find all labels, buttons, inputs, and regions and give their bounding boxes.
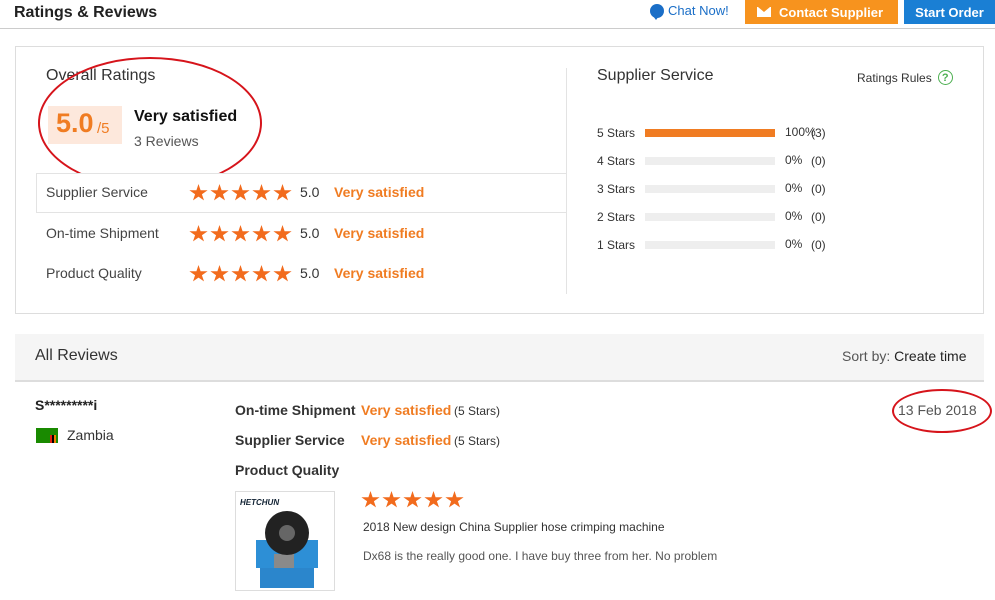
rating-satisfaction: Very satisfied [334,265,425,281]
bar-count: (0) [811,182,826,196]
rating-satisfaction: Very satisfied [334,184,425,200]
all-reviews-header [15,334,984,382]
review-rating-satisfaction: Very satisfied [361,402,452,418]
rating-stars [189,225,292,243]
ratings-rules-link[interactable]: Ratings Rules ? [857,70,953,85]
sort-by-label: Sort by: [842,348,891,364]
product-title-link[interactable]: 2018 New design China Supplier hose crim… [363,520,665,534]
rating-value: 5.0 [300,265,320,281]
rating-satisfaction: Very satisfied [334,225,425,241]
product-rating-stars [361,491,464,509]
contact-supplier-button[interactable]: Contact Supplier [745,0,898,24]
rating-row-label: On-time Shipment [46,225,159,241]
bar-label: 5 Stars [597,126,636,140]
contact-supplier-label: Contact Supplier [779,4,884,20]
star-icon [189,265,208,282]
bar-track [645,213,775,221]
sort-by-control[interactable]: Sort by: Create time [842,348,967,364]
bar-count: (3) [811,126,826,140]
bar-fill [645,129,775,137]
star-icon [403,491,422,508]
product-thumbnail[interactable]: HETCHUN [235,491,335,591]
star-icon [231,184,250,201]
bar-percent: 0% [785,237,803,251]
bar-label: 3 Stars [597,182,636,196]
star-icon [210,225,229,242]
star-icon [273,225,292,242]
review-rating-stars: (5 Stars) [454,434,501,448]
star-icon [231,225,250,242]
bar-percent: 0% [785,181,803,195]
bar-label: 2 Stars [597,210,636,224]
header-divider [0,28,995,29]
zambia-flag-icon [36,428,58,443]
rating-stars [189,184,292,202]
product-brand-logo: HETCHUN [240,498,280,507]
star-icon [273,184,292,201]
review-rating-stars: (5 Stars) [454,404,501,418]
rating-row-label: Product Quality [46,265,142,281]
reviewer-country: Zambia [67,427,114,443]
page-title: Ratings & Reviews [14,4,158,21]
help-icon[interactable]: ? [937,70,953,85]
panel-divider [566,68,567,294]
star-icon [189,184,208,201]
chat-now-link[interactable]: Chat Now! [650,3,729,20]
all-reviews-title: All Reviews [35,347,118,364]
star-icon [252,225,271,242]
rating-row-label: Supplier Service [46,184,148,200]
supplier-service-title: Supplier Service [597,67,714,84]
start-order-button[interactable]: Start Order [904,0,995,24]
bar-track [645,157,775,165]
ratings-rules-label: Ratings Rules [857,70,932,85]
star-icon [210,184,229,201]
bar-track [645,129,775,137]
bar-label: 1 Stars [597,238,636,252]
bar-percent: 0% [785,153,803,167]
chat-now-label: Chat Now! [668,3,729,18]
annotation-circle-date [892,389,992,433]
star-icon [231,265,250,282]
rating-value: 5.0 [300,184,320,200]
star-icon [361,491,380,508]
star-icon [424,491,443,508]
star-icon [189,225,208,242]
bar-label: 4 Stars [597,154,636,168]
star-icon [382,491,401,508]
star-icon [445,491,464,508]
envelope-icon [757,7,771,17]
review-comment: Dx68 is the really good one. I have buy … [363,549,718,563]
chat-bubble-icon [650,3,664,20]
star-icon [210,265,229,282]
review-rating-satisfaction: Very satisfied [361,432,452,448]
bar-track [645,241,775,249]
bar-count: (0) [811,238,826,252]
review-rating-label: Product Quality [235,462,340,478]
star-icon [252,184,271,201]
rating-stars [189,265,292,283]
reviewer-name: S*********i [35,397,98,413]
rating-value: 5.0 [300,225,320,241]
bar-track [645,185,775,193]
bar-count: (0) [811,154,826,168]
annotation-circle-score [38,57,262,189]
bar-count: (0) [811,210,826,224]
bar-percent: 0% [785,209,803,223]
star-icon [252,265,271,282]
review-rating-label: On-time Shipment [235,402,356,418]
review-rating-label: Supplier Service [235,432,345,448]
star-icon [273,265,292,282]
sort-by-value: Create time [894,348,967,364]
